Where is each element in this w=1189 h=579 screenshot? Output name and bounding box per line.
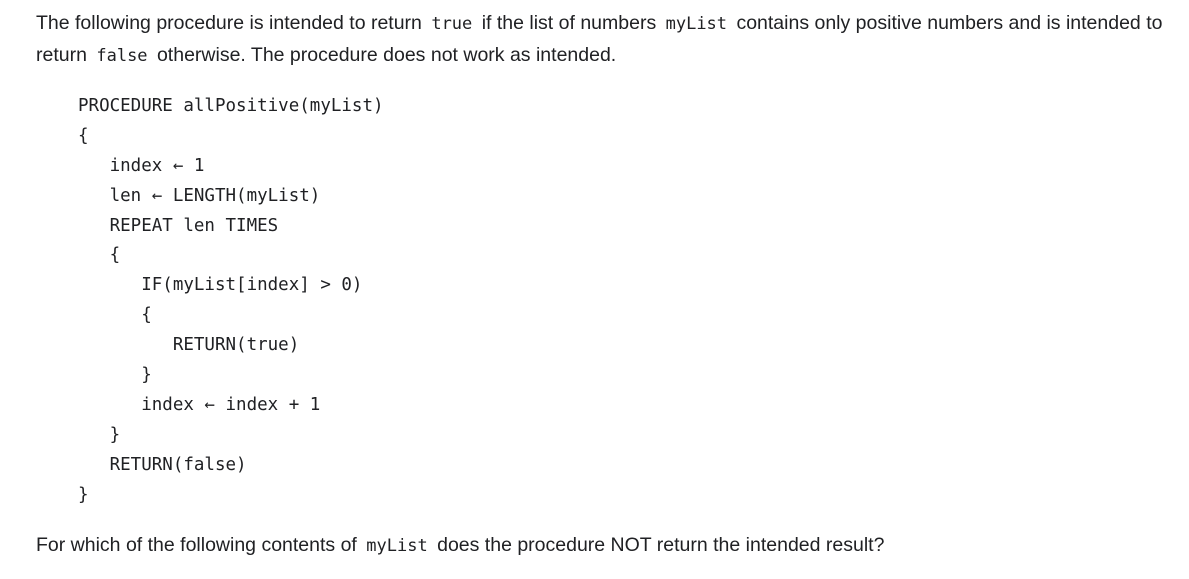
intro-text-4: otherwise. The procedure does not work a…: [151, 44, 617, 66]
code-line: {: [78, 245, 121, 266]
code-line: RETURN(false): [78, 454, 247, 475]
code-line: index ← index + 1: [78, 394, 321, 415]
inline-code-true: true: [431, 14, 473, 34]
problem-description: The following procedure is intended to r…: [36, 8, 1176, 72]
code-line: {: [78, 305, 152, 326]
question-prompt: For which of the following contents of m…: [36, 530, 1176, 562]
inline-code-mylist-question: myList: [366, 536, 428, 556]
code-line: {: [78, 125, 89, 146]
code-line: }: [78, 424, 121, 445]
intro-text-1: The following procedure is intended to r…: [36, 12, 428, 34]
code-line: index ← 1: [78, 155, 205, 176]
code-line: RETURN(true): [78, 335, 300, 356]
inline-code-mylist: myList: [665, 14, 728, 34]
code-line: }: [78, 365, 152, 386]
code-block: PROCEDURE allPositive(myList) { index ← 1…: [78, 92, 384, 510]
intro-text-2: if the list of numbers: [476, 12, 662, 34]
code-line: REPEAT len TIMES: [78, 215, 279, 236]
code-line: }: [78, 484, 89, 505]
question-text-1: For which of the following contents of: [36, 534, 363, 556]
inline-code-false: false: [96, 46, 148, 66]
question-text-2: does the procedure NOT return the intend…: [431, 534, 885, 556]
code-line: len ← LENGTH(myList): [78, 185, 321, 206]
code-line: PROCEDURE allPositive(myList): [78, 96, 384, 116]
code-line: IF(myList[index] > 0): [78, 275, 363, 296]
